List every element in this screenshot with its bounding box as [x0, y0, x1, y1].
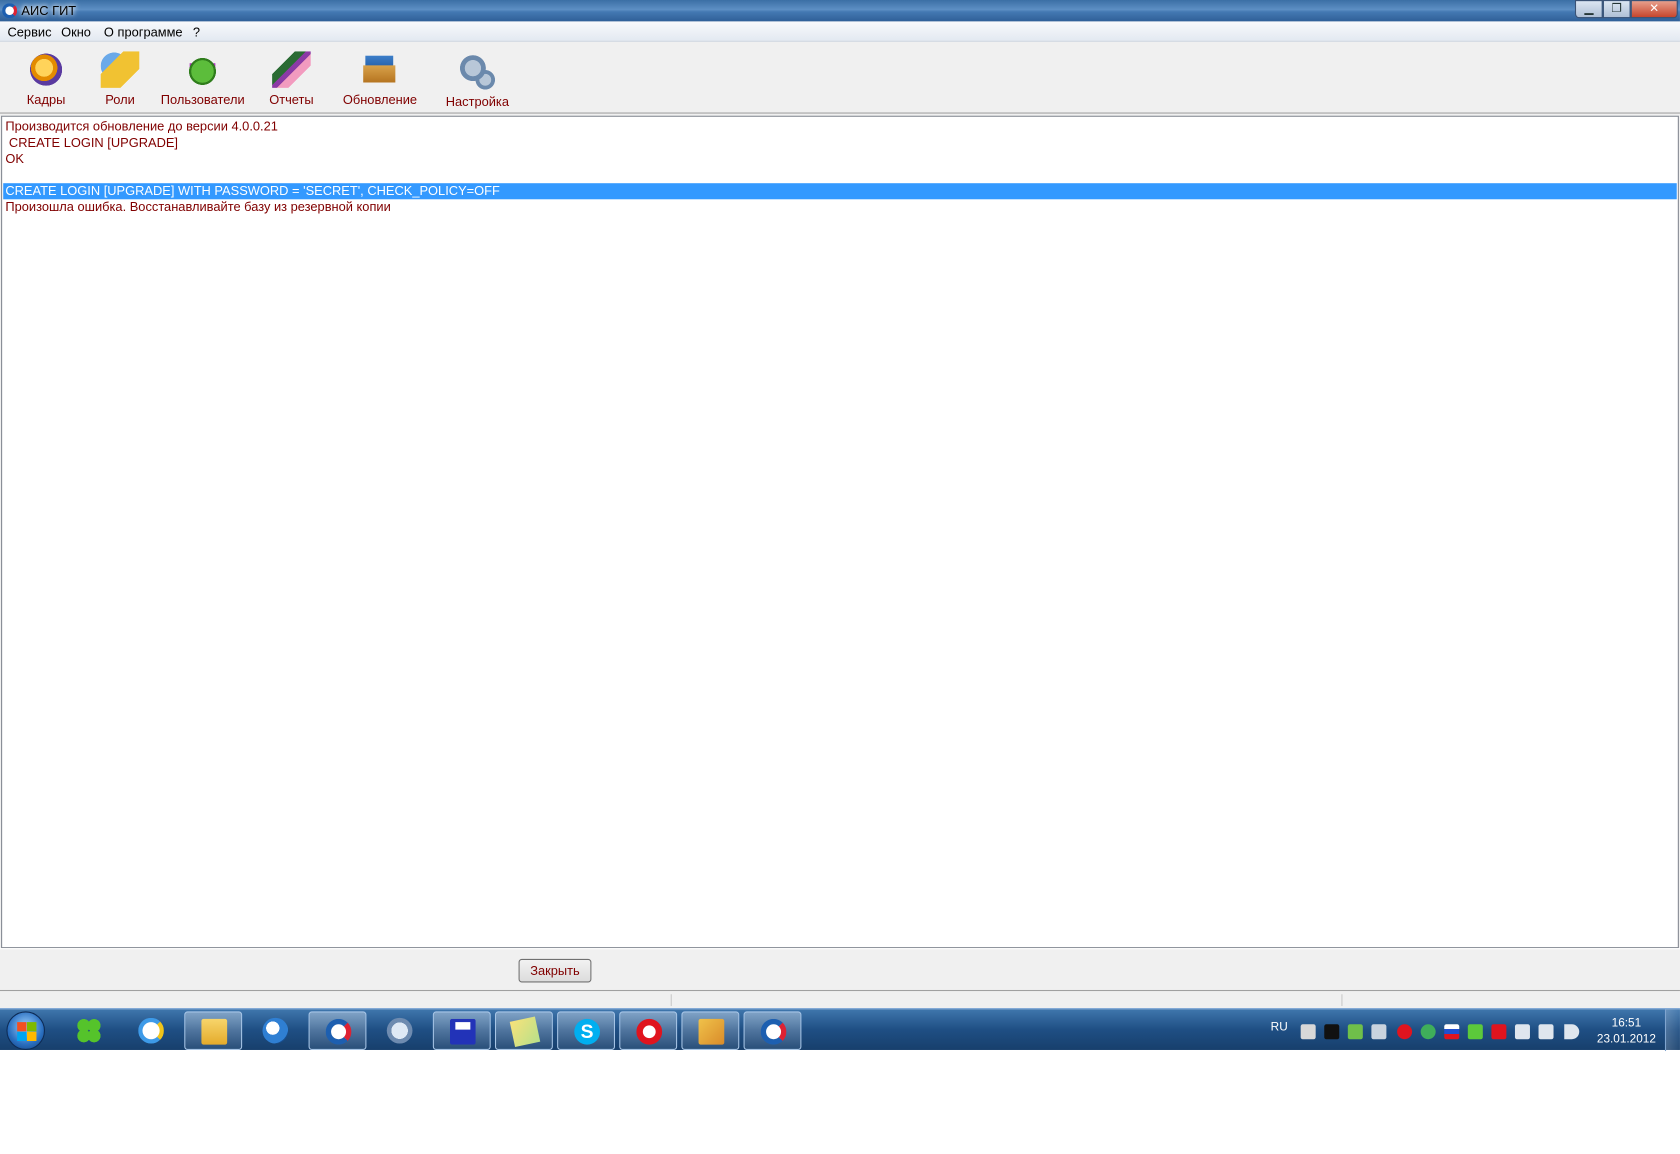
kadry-icon — [26, 51, 66, 88]
status-bar — [0, 992, 1680, 1009]
log-line[interactable]: OK — [5, 151, 24, 167]
clock-date: 23.01.2012 — [1596, 1032, 1656, 1046]
taskbar-app[interactable] — [681, 1011, 740, 1050]
close-window-button[interactable]: ✕ — [1630, 0, 1678, 19]
close-icon: ✕ — [1649, 2, 1660, 15]
tool-label: Отчеты — [269, 92, 314, 108]
desktop: АИС ГИТ ▁ ❐ ✕ Сервис Окно О программе ? … — [0, 0, 1680, 1052]
tool-update[interactable]: Обновление — [342, 51, 418, 111]
tray-sync-icon[interactable] — [1420, 1024, 1436, 1040]
taskbar-app[interactable] — [494, 1011, 553, 1050]
tray-usb-icon[interactable] — [1514, 1024, 1530, 1040]
tray-opera-icon[interactable] — [1397, 1024, 1413, 1040]
bottom-panel: Закрыть — [0, 948, 1680, 992]
update-icon — [359, 51, 399, 88]
taskbar-app[interactable] — [246, 1011, 304, 1050]
tool-label: Роли — [105, 92, 135, 108]
roles-icon — [100, 51, 140, 88]
system-tray: RU 16:51 23.01.2012 — [1264, 1009, 1680, 1051]
settings-icon — [457, 53, 497, 90]
users-icon — [183, 51, 222, 88]
menu-help[interactable]: ? — [193, 25, 200, 40]
ais-git-active-icon — [760, 1018, 787, 1045]
tool-label: Пользователи — [160, 92, 245, 108]
windows-logo-icon — [17, 1022, 37, 1042]
minimize-icon: ▁ — [1584, 2, 1594, 15]
restore-icon: ❐ — [1611, 2, 1623, 15]
floppy-disk-icon — [449, 1018, 476, 1045]
log-line-selected[interactable]: CREATE LOGIN [UPGRADE] WITH PASSWORD = '… — [3, 183, 1677, 200]
update-log[interactable]: Производится обновление до версии 4.0.0.… — [1, 115, 1679, 949]
taskbar-app[interactable]: S — [557, 1011, 615, 1050]
skype-icon: S — [574, 1018, 600, 1045]
window-controls: ▁ ❐ ✕ — [1574, 0, 1678, 19]
tray-russian-flag-icon[interactable] — [1444, 1024, 1460, 1040]
language-indicator[interactable]: RU — [1271, 1021, 1288, 1034]
menu-service[interactable]: Сервис — [7, 25, 51, 40]
tool-label: Обновление — [342, 92, 418, 108]
ais-git-icon — [325, 1018, 352, 1045]
tool-roles[interactable]: Роли — [99, 51, 142, 111]
file-explorer-icon — [201, 1018, 228, 1045]
taskbar-app[interactable] — [743, 1011, 802, 1050]
taskbar: S RU 16:51 23.01.2012 — [0, 1008, 1680, 1052]
taskbar-app[interactable] — [432, 1011, 491, 1050]
tray-box-icon[interactable] — [1371, 1024, 1387, 1040]
internet-explorer-icon — [138, 1017, 164, 1044]
tray-network-connection-icon[interactable] — [1538, 1024, 1554, 1040]
notes-icon — [509, 1016, 541, 1048]
window-title: АИС ГИТ — [21, 3, 77, 19]
start-button[interactable] — [6, 1011, 45, 1050]
tool-kadry[interactable]: Кадры — [24, 51, 69, 111]
taskbar-app[interactable] — [371, 1011, 429, 1050]
tray-volume-icon[interactable] — [1564, 1024, 1580, 1040]
tray-check-icon[interactable] — [1467, 1024, 1483, 1040]
taskbar-app[interactable] — [184, 1011, 243, 1050]
app-logo-icon[interactable] — [2, 3, 18, 19]
menu-about[interactable]: О программе — [104, 25, 183, 40]
clock-time: 16:51 — [1611, 1016, 1642, 1030]
browser-globe-icon — [262, 1017, 289, 1044]
tool-users[interactable]: Пользователи — [161, 51, 245, 111]
log-line[interactable]: Производится обновление до версии 4.0.0.… — [5, 119, 278, 135]
screen-root: АИС ГИТ ▁ ❐ ✕ Сервис Окно О программе ? … — [0, 0, 1680, 1154]
tray-v-icon[interactable] — [1324, 1024, 1340, 1040]
taskbar-app[interactable] — [308, 1011, 367, 1050]
menu-window[interactable]: Окно — [61, 25, 91, 40]
maps-icon — [698, 1018, 725, 1045]
mail-icon — [386, 1017, 413, 1044]
reports-icon — [272, 51, 311, 88]
opera-icon — [636, 1018, 663, 1045]
tool-reports[interactable]: Отчеты — [268, 51, 315, 111]
tray-network-icon[interactable] — [1300, 1024, 1316, 1040]
tool-label: Настройка — [445, 94, 509, 110]
taskbar-app[interactable] — [122, 1011, 180, 1050]
tray-clock[interactable]: 16:51 23.01.2012 — [1594, 1016, 1658, 1048]
restore-button[interactable]: ❐ — [1602, 0, 1631, 19]
taskbar-app[interactable] — [60, 1011, 118, 1050]
close-button[interactable]: Закрыть — [518, 958, 592, 983]
tool-settings[interactable]: Настройка — [445, 53, 509, 114]
log-line-error[interactable]: Произошла ошибка. Восстанавливайте базу … — [5, 199, 390, 215]
taskbar-app[interactable] — [619, 1011, 678, 1050]
tool-label: Кадры — [26, 92, 66, 108]
show-desktop-button[interactable] — [1664, 1009, 1680, 1052]
tray-kaspersky-icon[interactable] — [1491, 1024, 1507, 1040]
status-divider — [670, 994, 672, 1007]
status-divider — [1341, 994, 1343, 1007]
title-bar[interactable]: АИС ГИТ ▁ ❐ ✕ — [0, 0, 1680, 22]
main-toolbar: Кадры Роли Пользователи Отчеты Обновлени… — [0, 42, 1680, 114]
minimize-button[interactable]: ▁ — [1574, 0, 1603, 19]
log-line[interactable]: CREATE LOGIN [UPGRADE] — [5, 135, 178, 151]
clover-icon — [76, 1017, 102, 1044]
menu-bar: Сервис Окно О программе ? — [0, 21, 1680, 42]
tray-antivirus-icon[interactable] — [1347, 1024, 1363, 1040]
